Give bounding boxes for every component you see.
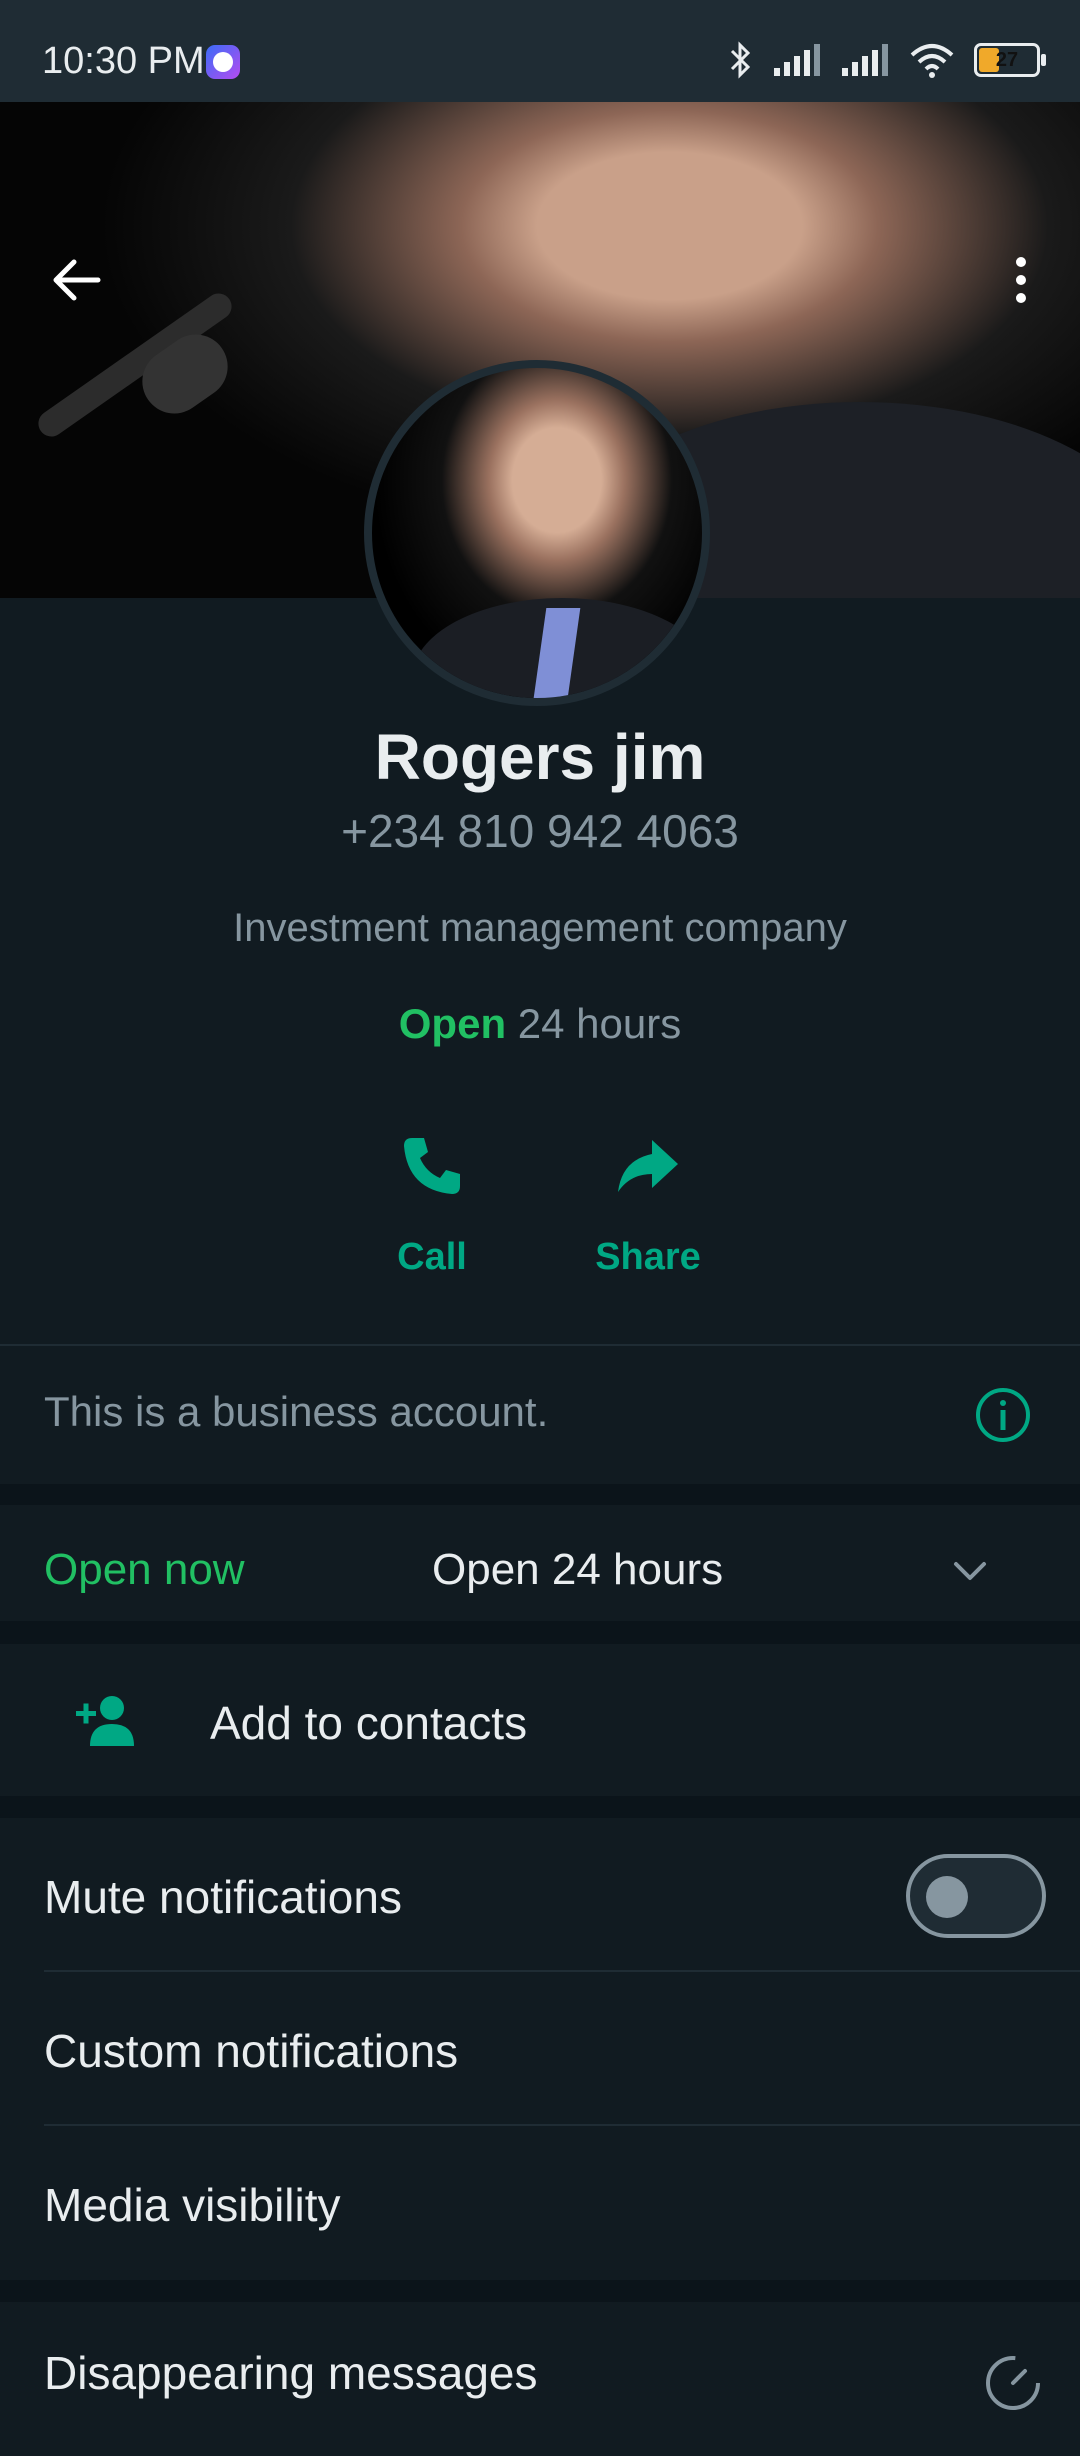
media-visibility-label: Media visibility [44,2179,341,2231]
contact-name: Rogers jim [374,721,706,793]
chevron-down-icon[interactable] [950,1551,990,1591]
info-icon[interactable] [974,1386,1032,1444]
status-icons: 27 [728,40,1046,80]
business-hours-row[interactable]: Open now Open 24 hours [0,1505,1080,1621]
open-now-label: Open now [44,1545,245,1594]
open-status: Open [398,1000,507,1047]
custom-notifications-row[interactable]: Custom notifications [0,1972,1080,2126]
person-add-icon [76,1696,134,1746]
battery-level: 27 [995,49,1019,71]
more-vertical-icon[interactable] [1006,252,1036,308]
section-gap [0,1621,1080,1644]
section-gap [0,2280,1080,2302]
mute-notifications-label: Mute notifications [44,1871,402,1923]
business-account-text: This is a business account. [44,1388,549,1435]
section-gap [0,1796,1080,1818]
add-to-contacts-label: Add to contacts [210,1697,528,1749]
business-account-row[interactable]: This is a business account. [0,1346,1080,1484]
business-description: Investment management company [233,906,847,950]
call-button[interactable]: Call [332,1130,532,1279]
call-label: Call [397,1236,467,1278]
custom-notifications-label: Custom notifications [44,2025,459,2077]
bluetooth-icon [730,41,751,79]
add-to-contacts-button[interactable]: Add to contacts [0,1644,1080,1796]
status-time: 10:30 PM [42,40,205,82]
share-icon [618,1140,678,1192]
hours-text: 24 hours [517,1000,682,1047]
mute-notifications-row[interactable]: Mute notifications [0,1818,1080,1972]
messenger-icon [206,45,240,79]
share-label: Share [595,1236,701,1278]
mute-notifications-toggle[interactable] [906,1854,1046,1938]
hours-value: Open 24 hours [432,1545,724,1594]
section-gap [0,1484,1080,1505]
hours-summary: Open 24 hours [0,1000,1080,1048]
contact-phone: +234 810 942 4063 [341,805,739,857]
signal-icon [842,44,888,76]
signal-icon [774,44,820,76]
share-button[interactable]: Share [548,1130,748,1279]
status-bar: 10:30 PM 27 [0,0,1080,102]
media-visibility-row[interactable]: Media visibility [0,2126,1080,2280]
disappearing-messages-label: Disappearing messages [44,2347,538,2399]
wifi-icon [910,44,954,78]
timer-icon [986,2356,1040,2410]
disappearing-messages-row[interactable]: Disappearing messages [0,2302,1080,2456]
arrow-left-icon[interactable] [48,252,104,308]
phone-icon [404,1138,460,1194]
battery-icon: 27 [974,43,1046,77]
avatar[interactable] [364,360,710,706]
